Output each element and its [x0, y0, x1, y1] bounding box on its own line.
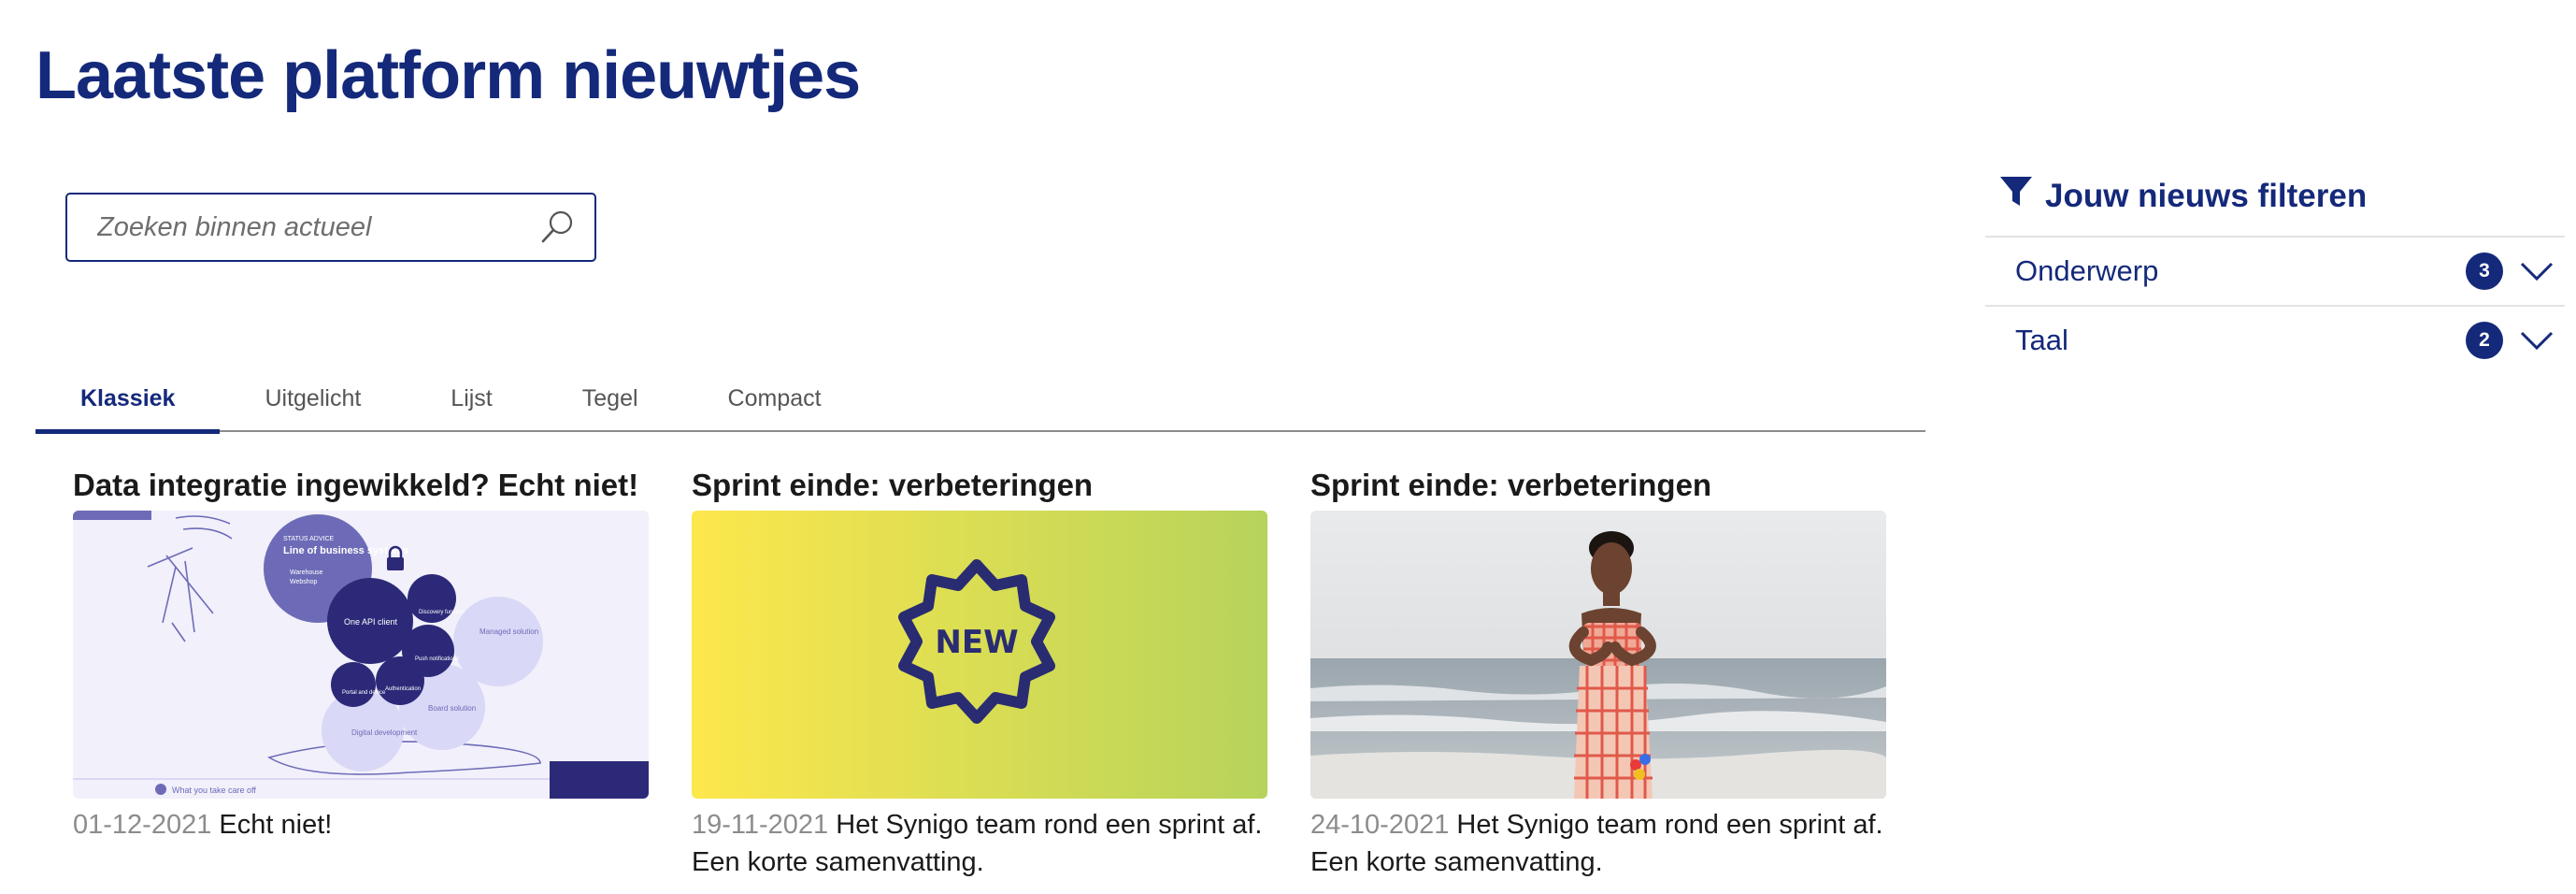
filter-icon [1998, 174, 2034, 218]
new-badge-text: NEW [935, 624, 1018, 661]
search-icon[interactable] [537, 207, 578, 248]
filter-count-badge: 2 [2466, 322, 2503, 359]
search-input[interactable] [97, 211, 537, 243]
news-card[interactable]: Data integratie ingewikkeld? Echt niet! … [73, 468, 649, 844]
filter-label: Onderwerp [2015, 254, 2159, 287]
discovery-label: Discovery function [419, 610, 465, 615]
view-tabs: Klassiek Uitgelicht Lijst Tegel Compact [36, 365, 1925, 434]
chevron-down-icon[interactable] [2518, 322, 2555, 359]
portal-label: Portal and device [342, 690, 386, 696]
bubble-tag: STATUS ADVICE [283, 536, 335, 542]
bubble-sub1: Warehouse [290, 570, 323, 576]
filter-heading: Jouw nieuws filteren [1998, 174, 2367, 218]
card-title[interactable]: Data integratie ingewikkeld? Echt niet! [73, 468, 649, 511]
digital-label: Digital development [351, 728, 418, 737]
card-date: 01-12-2021 [73, 810, 212, 840]
tab-lijst[interactable]: Lijst [406, 365, 537, 432]
news-card[interactable]: Sprint einde: verbeteringen NEW 19-11-20… [692, 468, 1267, 881]
card-date: 24-10-2021 [1310, 810, 1450, 840]
tab-klassiek[interactable]: Klassiek [36, 365, 221, 434]
card-summary-text: Echt niet! [219, 810, 333, 840]
center-label: One API client [344, 617, 398, 627]
card-image-beach-photo[interactable] [1310, 511, 1886, 799]
card-date: 19-11-2021 [692, 810, 829, 840]
news-card[interactable]: Sprint einde: verbeteringen 24-10-2021 H… [1310, 468, 1886, 881]
chevron-down-icon[interactable] [2518, 252, 2555, 290]
tab-tegel[interactable]: Tegel [537, 365, 683, 432]
tab-uitgelicht[interactable]: Uitgelicht [220, 365, 406, 432]
auth-label: Authentication [385, 686, 421, 692]
filter-heading-text: Jouw nieuws filteren [2045, 177, 2368, 214]
card-summary: 19-11-2021 Het Synigo team rond een spri… [692, 806, 1267, 881]
page-title: Laatste platform nieuwtjes [36, 38, 861, 113]
push-label: Push notifications [415, 656, 459, 662]
page: Laatste platform nieuwtjes Klassiek Uitg… [0, 0, 2576, 894]
filter-count-badge: 3 [2466, 252, 2503, 290]
tab-compact[interactable]: Compact [683, 365, 866, 432]
board-label: Board solution [428, 704, 476, 713]
filter-label: Taal [2015, 324, 2068, 356]
card-title[interactable]: Sprint einde: verbeteringen [692, 468, 1267, 511]
card-image-api-diagram[interactable]: Managed solution Board solution Digital … [73, 511, 649, 799]
illustration-footer: What you take care off [172, 786, 256, 795]
filter-onderwerp[interactable]: Onderwerp 3 [1985, 236, 2565, 305]
filter-taal[interactable]: Taal 2 [1985, 305, 2565, 374]
card-image-new-badge[interactable]: NEW [692, 511, 1267, 799]
card-title[interactable]: Sprint einde: verbeteringen [1310, 468, 1886, 511]
managed-label: Managed solution [479, 627, 538, 636]
card-summary: 01-12-2021 Echt niet! [73, 806, 649, 844]
bubble-sub2: Webshop [290, 579, 318, 585]
card-summary: 24-10-2021 Het Synigo team rond een spri… [1310, 806, 1886, 881]
search-box [65, 193, 596, 262]
